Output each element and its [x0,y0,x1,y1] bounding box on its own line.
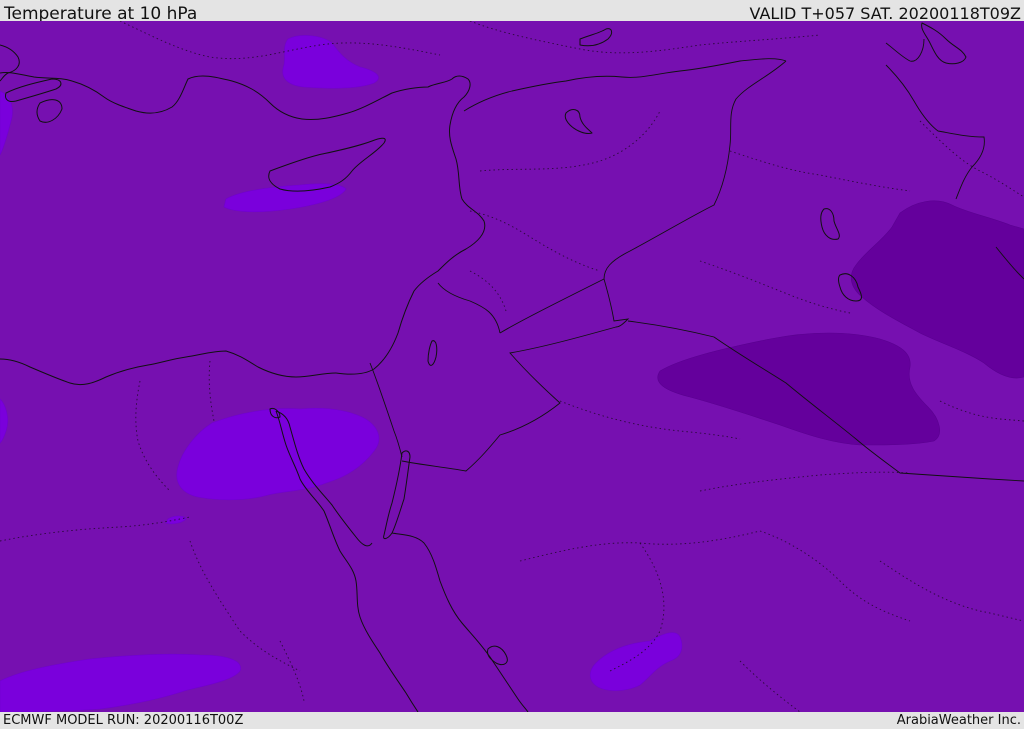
footer-bar: ECMWF MODEL RUN: 20200116T00Z ArabiaWeat… [0,712,1024,729]
model-run-label: ECMWF MODEL RUN: 20200116T00Z [3,713,244,728]
map-canvas [0,21,1024,712]
map-page: Temperature at 10 hPa VALID T+057 SAT. 2… [0,0,1024,729]
credit-label: ArabiaWeather Inc. [896,713,1021,728]
header-bar: Temperature at 10 hPa VALID T+057 SAT. 2… [0,0,1024,24]
temperature-map[interactable] [0,21,1024,712]
